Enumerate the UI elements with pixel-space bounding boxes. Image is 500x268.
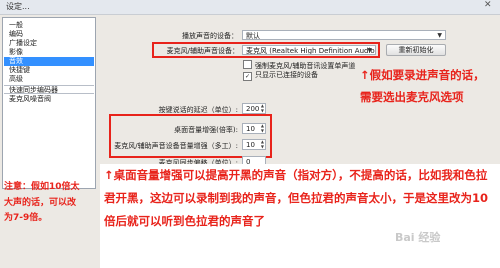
sidebar-item-general[interactable]: 一般 (9, 21, 23, 30)
sidebar-item-hotkeys[interactable]: 快捷键 (9, 66, 30, 75)
checkmark-icon: ✓ (243, 72, 252, 81)
chevron-down-icon: ▼ (367, 47, 372, 54)
settings-sidebar: 一般 编码 广播设定 影像 音效 快捷键 高级 快速同步编码器 麦克风噪音阀 (2, 17, 96, 189)
annotation-boost-explanation: ↑桌面音量增强可以提高开黑的声音（指对方），不提高的话，比如我和色拉君开黑，这边… (104, 168, 488, 228)
chevron-down-icon: ▼ (437, 32, 442, 39)
mic-boost-label: 麦克风/辅助声音设备音量增强（多工）: (114, 142, 238, 150)
annotation-mic-tip: ↑假如要录进声音的话，需要选出麦克风选项 (360, 68, 485, 104)
desktop-boost-value: 10 (246, 125, 255, 133)
connected-only-checkbox[interactable]: ✓ 只显示已连接的设备 (243, 71, 318, 81)
playback-device-value: 默认 (246, 32, 260, 40)
window-title: 设定... (6, 2, 30, 11)
sidebar-item-audio[interactable]: 音效 (4, 57, 94, 66)
annotation-note: 注意：假如10倍太大声的话，可以改为7-9倍。 (4, 182, 80, 223)
mic-boost-input[interactable]: 10 ▲ ▼ (242, 139, 266, 150)
spin-arrows-icon[interactable]: ▲ ▼ (261, 139, 264, 149)
sidebar-item-broadcast[interactable]: 广播设定 (9, 39, 37, 48)
sidebar-item-video[interactable]: 影像 (9, 48, 23, 57)
watermark: Bai 经验 (395, 231, 441, 244)
force-mono-checkbox[interactable]: 强制麦克风/辅助音讯设置单声道 (243, 60, 355, 71)
title-bar: 设定... ✕ (0, 0, 500, 15)
spin-arrows-icon[interactable]: ▲ ▼ (261, 123, 264, 133)
sidebar-item-noise-gate[interactable]: 麦克风噪音阀 (9, 95, 51, 104)
ptt-delay-value: 200 (246, 105, 260, 113)
mic-device-select[interactable]: 麦克风 (Realtek High Definition Audio) ▼ (242, 45, 376, 55)
reinitialize-button[interactable]: 重新初始化 (386, 44, 446, 56)
playback-device-label: 播放声音的设备： (182, 32, 238, 40)
playback-device-select[interactable]: 默认 ▼ (242, 30, 446, 40)
sidebar-item-encoding[interactable]: 编码 (9, 30, 23, 39)
force-mono-label: 强制麦克风/辅助音讯设置单声道 (255, 62, 356, 70)
ptt-delay-input[interactable]: 200 ▲ ▼ (242, 103, 266, 114)
desktop-boost-label: 桌面音量增强(倍率): (174, 126, 238, 134)
boost-highlight-box (109, 114, 272, 158)
checkbox-box (243, 60, 252, 69)
close-icon[interactable]: ✕ (484, 0, 492, 10)
mic-device-value: 麦克风 (Realtek High Definition Audio) (246, 47, 376, 55)
sidebar-item-advanced[interactable]: 高级 (9, 75, 23, 84)
mic-boost-value: 10 (246, 141, 255, 149)
desktop-boost-input[interactable]: 10 ▲ ▼ (242, 123, 266, 134)
sidebar-item-quicksync[interactable]: 快速同步编码器 (4, 85, 94, 94)
spin-arrows-icon[interactable]: ▲ ▼ (261, 103, 264, 113)
mic-device-label: 麦克风/辅助声音设备： (166, 47, 239, 55)
connected-only-label: 只显示已连接的设备 (255, 71, 318, 79)
